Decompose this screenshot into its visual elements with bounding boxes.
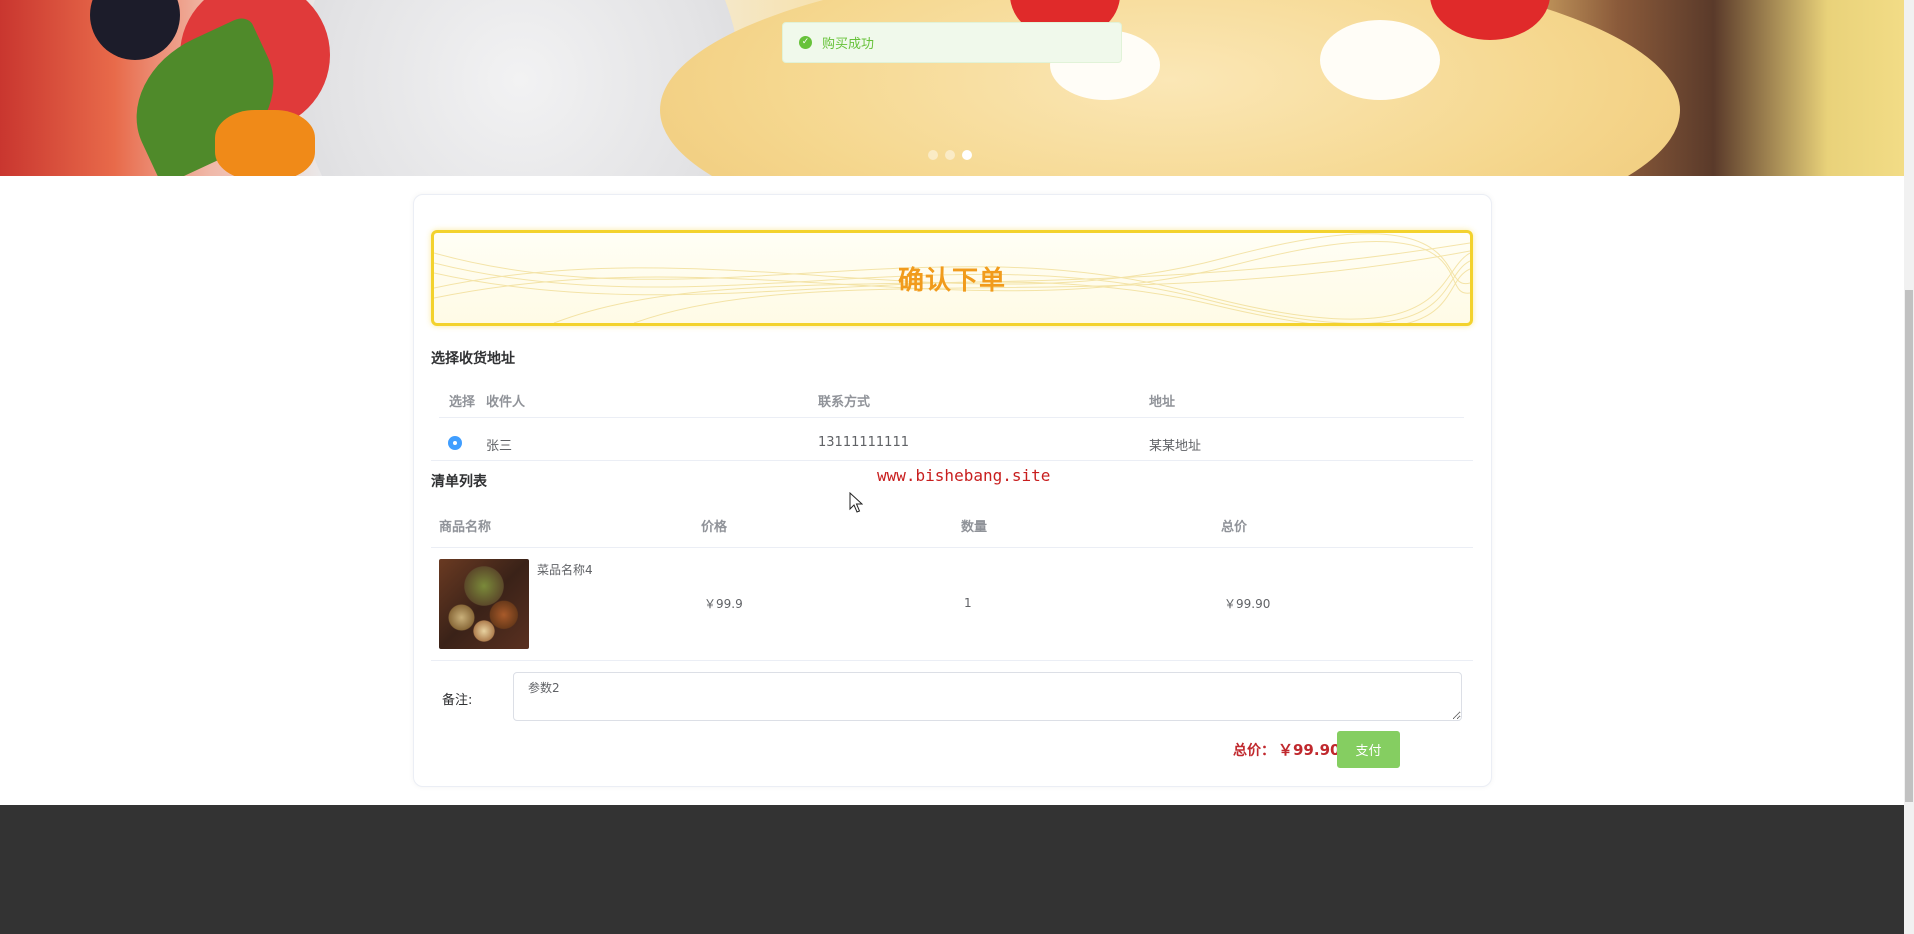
recipient-name: 张三 <box>486 439 513 454</box>
header-select: 选择 <box>449 395 476 410</box>
divider <box>431 660 1473 661</box>
header-price: 价格 <box>701 520 728 535</box>
divider <box>431 547 1473 548</box>
recipient-phone: 13111111111 <box>818 435 909 450</box>
title-banner: 确认下单 <box>431 230 1473 326</box>
product-price: ￥99.9 <box>704 597 743 611</box>
carousel-dot-3[interactable] <box>962 150 972 160</box>
header-contact: 联系方式 <box>818 395 871 410</box>
banner-cream <box>1320 20 1440 100</box>
success-toast: ✓ 购买成功 <box>782 22 1122 63</box>
carousel-dot-1[interactable] <box>928 150 938 160</box>
product-quantity: 1 <box>964 596 972 610</box>
pay-button[interactable]: 支付 <box>1337 731 1400 768</box>
carousel-indicators <box>928 150 972 160</box>
page-title: 确认下单 <box>897 265 1006 296</box>
header-product: 商品名称 <box>439 520 492 535</box>
header-recipient: 收件人 <box>486 395 526 410</box>
header-total: 总价 <box>1221 520 1248 535</box>
divider <box>431 460 1473 461</box>
success-check-icon: ✓ <box>799 36 812 49</box>
toast-message: 购买成功 <box>822 37 875 52</box>
mouse-cursor-icon <box>849 492 863 513</box>
address-radio[interactable] <box>448 436 462 450</box>
order-table: 商品名称 价格 数量 总价 菜品名称4 ￥99.9 1 ￥99.90 <box>431 505 1473 675</box>
product-thumbnail <box>439 559 529 649</box>
address-table: 选择 收件人 联系方式 地址 张三 13111111111 某某地址 <box>431 385 1473 475</box>
recipient-address: 某某地址 <box>1149 439 1202 454</box>
scrollbar-thumb[interactable] <box>1905 290 1913 802</box>
order-card: 确认下单 选择收货地址 选择 收件人 联系方式 地址 张三 1311111111… <box>413 194 1492 787</box>
banner-orange <box>215 110 315 176</box>
address-section-label: 选择收货地址 <box>431 351 515 367</box>
total-label: 总价： <box>1233 743 1275 759</box>
banner-blueberry <box>90 0 180 60</box>
divider <box>439 417 1464 418</box>
header-quantity: 数量 <box>961 520 988 535</box>
product-name: 菜品名称4 <box>537 563 593 577</box>
page-scrollbar[interactable] <box>1904 0 1914 934</box>
remark-textarea[interactable]: 参数2 <box>513 672 1462 721</box>
remark-label: 备注: <box>442 693 473 708</box>
page-footer <box>0 805 1904 934</box>
watermark-text: www.bishebang.site <box>877 466 1051 485</box>
total-value: ￥99.90 <box>1278 741 1341 759</box>
header-address: 地址 <box>1149 395 1176 410</box>
product-total: ￥99.90 <box>1224 597 1271 611</box>
order-section-label: 清单列表 <box>431 474 487 490</box>
carousel-dot-2[interactable] <box>945 150 955 160</box>
